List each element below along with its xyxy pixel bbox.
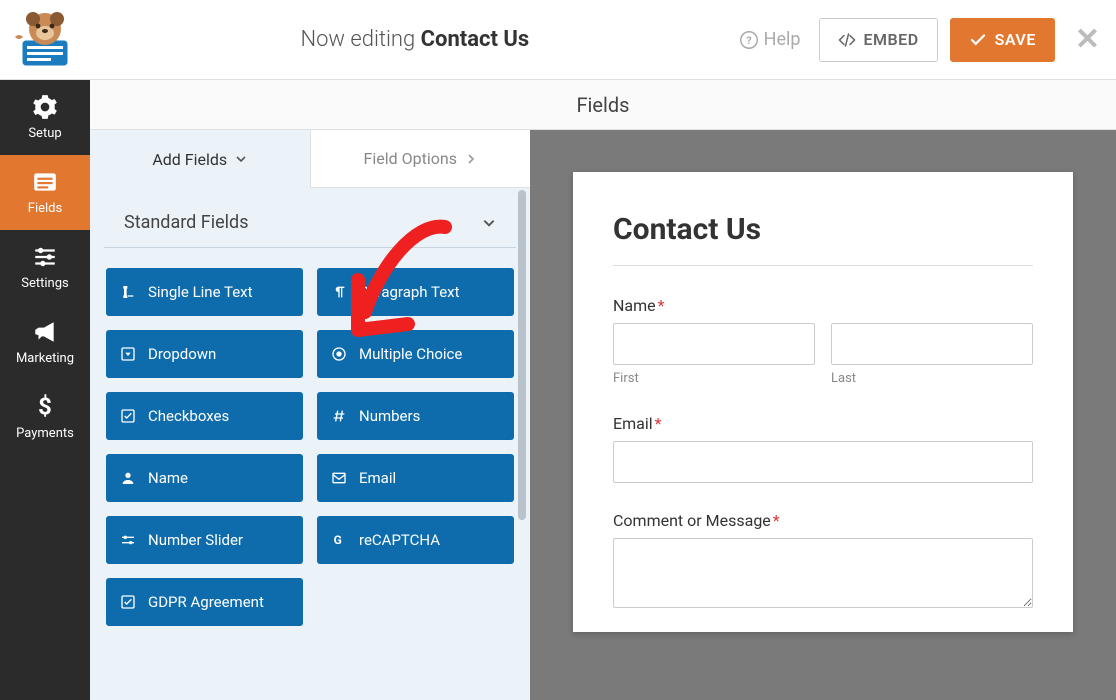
chevron-down-icon (235, 153, 247, 165)
tab-label: Field Options (364, 149, 457, 168)
main-area: Setup Fields Settings Marketing $ Paymen… (0, 80, 1116, 700)
envelope-icon (331, 470, 347, 486)
preview-form-title: Contact Us (613, 212, 1033, 247)
app-logo (0, 0, 90, 79)
embed-button[interactable]: EMBED (819, 18, 938, 62)
tab-field-options[interactable]: Field Options (310, 130, 531, 188)
field-dropdown[interactable]: Dropdown (106, 330, 303, 378)
sidebar-item-payments[interactable]: $ Payments (0, 380, 90, 455)
help-label: Help (764, 29, 801, 50)
field-recaptcha[interactable]: G reCAPTCHA (317, 516, 514, 564)
page-title: Now editing Contact Us (90, 27, 740, 52)
field-buttons-grid: Single Line Text Paragraph Text Dropdown… (90, 248, 530, 646)
sidebar-item-marketing[interactable]: Marketing (0, 305, 90, 380)
dot-circle-icon (331, 346, 347, 362)
field-multiple-choice[interactable]: Multiple Choice (317, 330, 514, 378)
first-name-input[interactable] (613, 323, 815, 365)
paragraph-icon (331, 284, 347, 300)
scroll-thumb[interactable] (518, 190, 526, 520)
last-name-input[interactable] (831, 323, 1033, 365)
check-square-icon (120, 594, 136, 610)
field-gdpr-agreement[interactable]: GDPR Agreement (106, 578, 303, 626)
check-square-icon (120, 408, 136, 424)
form-preview-card: Contact Us Name* First Last (573, 172, 1073, 632)
builder-section-title: Fields (90, 80, 1116, 130)
field-paragraph-text[interactable]: Paragraph Text (317, 268, 514, 316)
svg-text:?: ? (746, 33, 751, 46)
divider (613, 265, 1033, 266)
check-icon (969, 31, 987, 49)
last-name-sublabel: Last (831, 371, 1033, 386)
first-name-sublabel: First (613, 371, 815, 386)
user-icon (120, 470, 136, 486)
caret-square-icon (120, 346, 136, 362)
field-label-email: Email* (613, 414, 1033, 433)
svg-text:$: $ (38, 394, 52, 420)
comment-textarea[interactable] (613, 538, 1033, 608)
sidebar-item-label: Marketing (16, 351, 74, 366)
bullhorn-icon (32, 319, 58, 345)
code-icon (838, 31, 856, 49)
field-number-slider[interactable]: Number Slider (106, 516, 303, 564)
fields-panel: Add Fields Field Options Standard Fields (90, 130, 530, 700)
builder-area: Fields Add Fields Field Options Standard… (90, 80, 1116, 700)
now-editing-label: Now editing (300, 27, 415, 52)
cog-icon (32, 94, 58, 120)
dollar-icon: $ (32, 394, 58, 420)
sidebar-item-label: Setup (28, 126, 61, 141)
sidebar-item-settings[interactable]: Settings (0, 230, 90, 305)
chevron-down-icon (482, 216, 496, 230)
form-name: Contact Us (421, 27, 530, 52)
sidebar: Setup Fields Settings Marketing $ Paymen… (0, 80, 90, 700)
builder-columns: Add Fields Field Options Standard Fields (90, 130, 1116, 700)
field-checkboxes[interactable]: Checkboxes (106, 392, 303, 440)
field-label-comment: Comment or Message* (613, 511, 1033, 530)
sidebar-item-label: Settings (21, 276, 68, 291)
sidebar-item-label: Fields (28, 201, 62, 216)
tab-add-fields[interactable]: Add Fields (90, 130, 310, 188)
group-header-label: Standard Fields (124, 212, 249, 233)
help-icon: ? (740, 31, 758, 49)
sidebar-item-label: Payments (16, 426, 74, 441)
field-label-name: Name* (613, 296, 1033, 315)
field-email[interactable]: Email (317, 454, 514, 502)
required-asterisk: * (655, 414, 662, 433)
top-bar: Now editing Contact Us ? Help EMBED SAVE… (0, 0, 1116, 80)
google-g-icon: G (331, 532, 347, 548)
name-field-row: First Last (613, 323, 1033, 386)
form-preview-area: Contact Us Name* First Last (530, 130, 1116, 700)
panel-scrollbar[interactable] (518, 130, 528, 700)
help-link[interactable]: ? Help (740, 29, 801, 50)
tab-label: Add Fields (152, 150, 227, 169)
svg-text:G: G (334, 533, 342, 547)
field-name[interactable]: Name (106, 454, 303, 502)
hash-icon (331, 408, 347, 424)
chevron-right-icon (465, 153, 477, 165)
required-asterisk: * (773, 511, 780, 530)
field-single-line-text[interactable]: Single Line Text (106, 268, 303, 316)
required-asterisk: * (658, 296, 665, 315)
list-icon (32, 169, 58, 195)
close-icon[interactable]: ✕ (1075, 22, 1100, 57)
sliders-icon (32, 244, 58, 270)
sidebar-item-fields[interactable]: Fields (0, 155, 90, 230)
panel-tabs: Add Fields Field Options (90, 130, 530, 188)
sliders-h-icon (120, 532, 136, 548)
field-group-header[interactable]: Standard Fields (104, 188, 516, 248)
save-button[interactable]: SAVE (950, 18, 1055, 62)
sidebar-item-setup[interactable]: Setup (0, 80, 90, 155)
email-input[interactable] (613, 441, 1033, 483)
field-numbers[interactable]: Numbers (317, 392, 514, 440)
text-cursor-icon (120, 284, 136, 300)
